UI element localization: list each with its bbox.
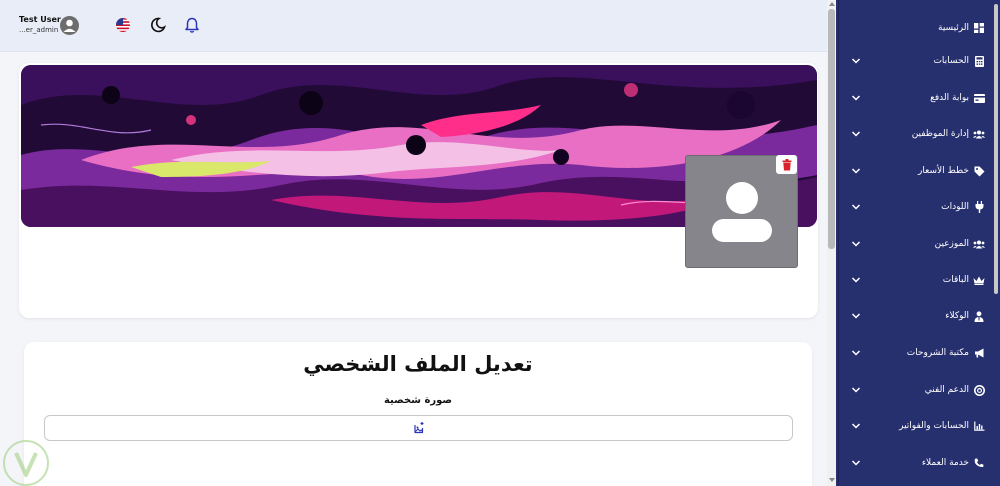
chevron-down-icon — [851, 423, 861, 429]
sidebar-item-label: الدعم الفني — [924, 385, 969, 395]
delete-photo-button[interactable] — [776, 155, 797, 174]
dashboard-icon — [973, 22, 985, 34]
users-icon — [973, 238, 985, 250]
sidebar-item-label: الوكلاء — [945, 311, 969, 321]
moon-icon[interactable] — [148, 15, 168, 35]
user-tie-icon — [973, 310, 985, 322]
chevron-down-icon — [851, 387, 861, 393]
sidebar-item-label: الموزعين — [934, 239, 969, 249]
megaphone-icon — [973, 347, 985, 359]
sidebar-item-distributors[interactable]: الموزعين — [845, 234, 985, 254]
sidebar-item-label: خدمة العملاء — [921, 458, 969, 468]
image-upload-icon — [413, 422, 423, 434]
support-icon — [973, 384, 985, 396]
credit-card-icon — [973, 92, 985, 104]
chevron-down-icon — [851, 58, 861, 64]
user-role: ...er_admin — [19, 26, 59, 34]
sidebar-item-packages[interactable]: الباقات — [845, 270, 985, 290]
chevron-down-icon — [851, 131, 861, 137]
tag-icon — [973, 165, 985, 177]
watermark-logo — [0, 437, 52, 486]
sidebar-divider — [838, 0, 839, 486]
scroll-down-arrow-icon[interactable] — [829, 478, 835, 482]
sidebar-item-technical-support[interactable]: الدعم الفني — [845, 380, 985, 400]
bell-icon[interactable] — [182, 15, 202, 35]
chevron-down-icon — [851, 460, 861, 466]
chart-icon — [973, 420, 985, 432]
sidebar-item-label: الباقات — [942, 275, 969, 285]
sidebar-item-customer-service[interactable]: خدمة العملاء — [845, 453, 985, 473]
chevron-down-icon — [851, 168, 861, 174]
page-title: تعديل الملف الشخصي — [303, 352, 533, 376]
sidebar-item-accounts[interactable]: الحسابات — [845, 51, 985, 71]
sidebar-item-agents[interactable]: الوكلاء — [845, 306, 985, 326]
chevron-down-icon — [851, 204, 861, 210]
main-scrollbar-thumb[interactable] — [828, 9, 835, 249]
sidebar-scrollbar-thumb[interactable] — [994, 4, 998, 294]
us-flag-icon[interactable] — [113, 15, 133, 35]
user-info[interactable]: Test User ...er_admin — [19, 16, 61, 34]
chevron-down-icon — [851, 313, 861, 319]
sidebar-item-label: الحسابات — [933, 56, 969, 66]
sidebar-item-label: مكتبة الشروحات — [906, 348, 969, 358]
scroll-up-arrow-icon[interactable] — [829, 2, 835, 6]
sidebar-item-label: الحسابات والفواتير — [899, 421, 969, 431]
sidebar-item-staff[interactable]: إدارة الموظفين — [845, 124, 985, 144]
trash-icon — [782, 158, 791, 170]
sidebar-item-label: اللودات — [941, 202, 969, 212]
chevron-down-icon — [851, 95, 861, 101]
sidebar-item-label: خطط الأسعار — [918, 166, 969, 176]
photo-upload-field[interactable] — [44, 415, 793, 441]
chevron-down-icon — [851, 277, 861, 283]
sidebar-item-label: إدارة الموظفين — [911, 129, 969, 139]
sidebar-item-home[interactable]: الرئيسية — [845, 18, 985, 38]
users-icon — [973, 128, 985, 140]
sidebar-item-accounts-invoices[interactable]: الحسابات والفواتير — [845, 416, 985, 436]
sidebar-item-loads[interactable]: اللودات — [845, 197, 985, 217]
phone-icon — [973, 457, 985, 469]
chevron-down-icon — [851, 350, 861, 356]
chevron-down-icon — [851, 241, 861, 247]
profile-photo-label: صورة شخصية — [383, 395, 453, 406]
crown-icon — [973, 274, 985, 286]
sidebar-item-label: الرئيسية — [938, 23, 969, 33]
user-avatar[interactable] — [60, 16, 79, 35]
calculator-icon — [973, 55, 985, 67]
sidebar-item-payment-gateway[interactable]: بوابة الدفع — [845, 88, 985, 108]
sidebar-item-pricing-plans[interactable]: خطط الأسعار — [845, 161, 985, 181]
plug-icon — [973, 201, 985, 213]
user-name: Test User — [19, 15, 61, 24]
sidebar-item-label: بوابة الدفع — [930, 93, 969, 103]
sidebar-item-tutorials-library[interactable]: مكتبة الشروحات — [845, 343, 985, 363]
